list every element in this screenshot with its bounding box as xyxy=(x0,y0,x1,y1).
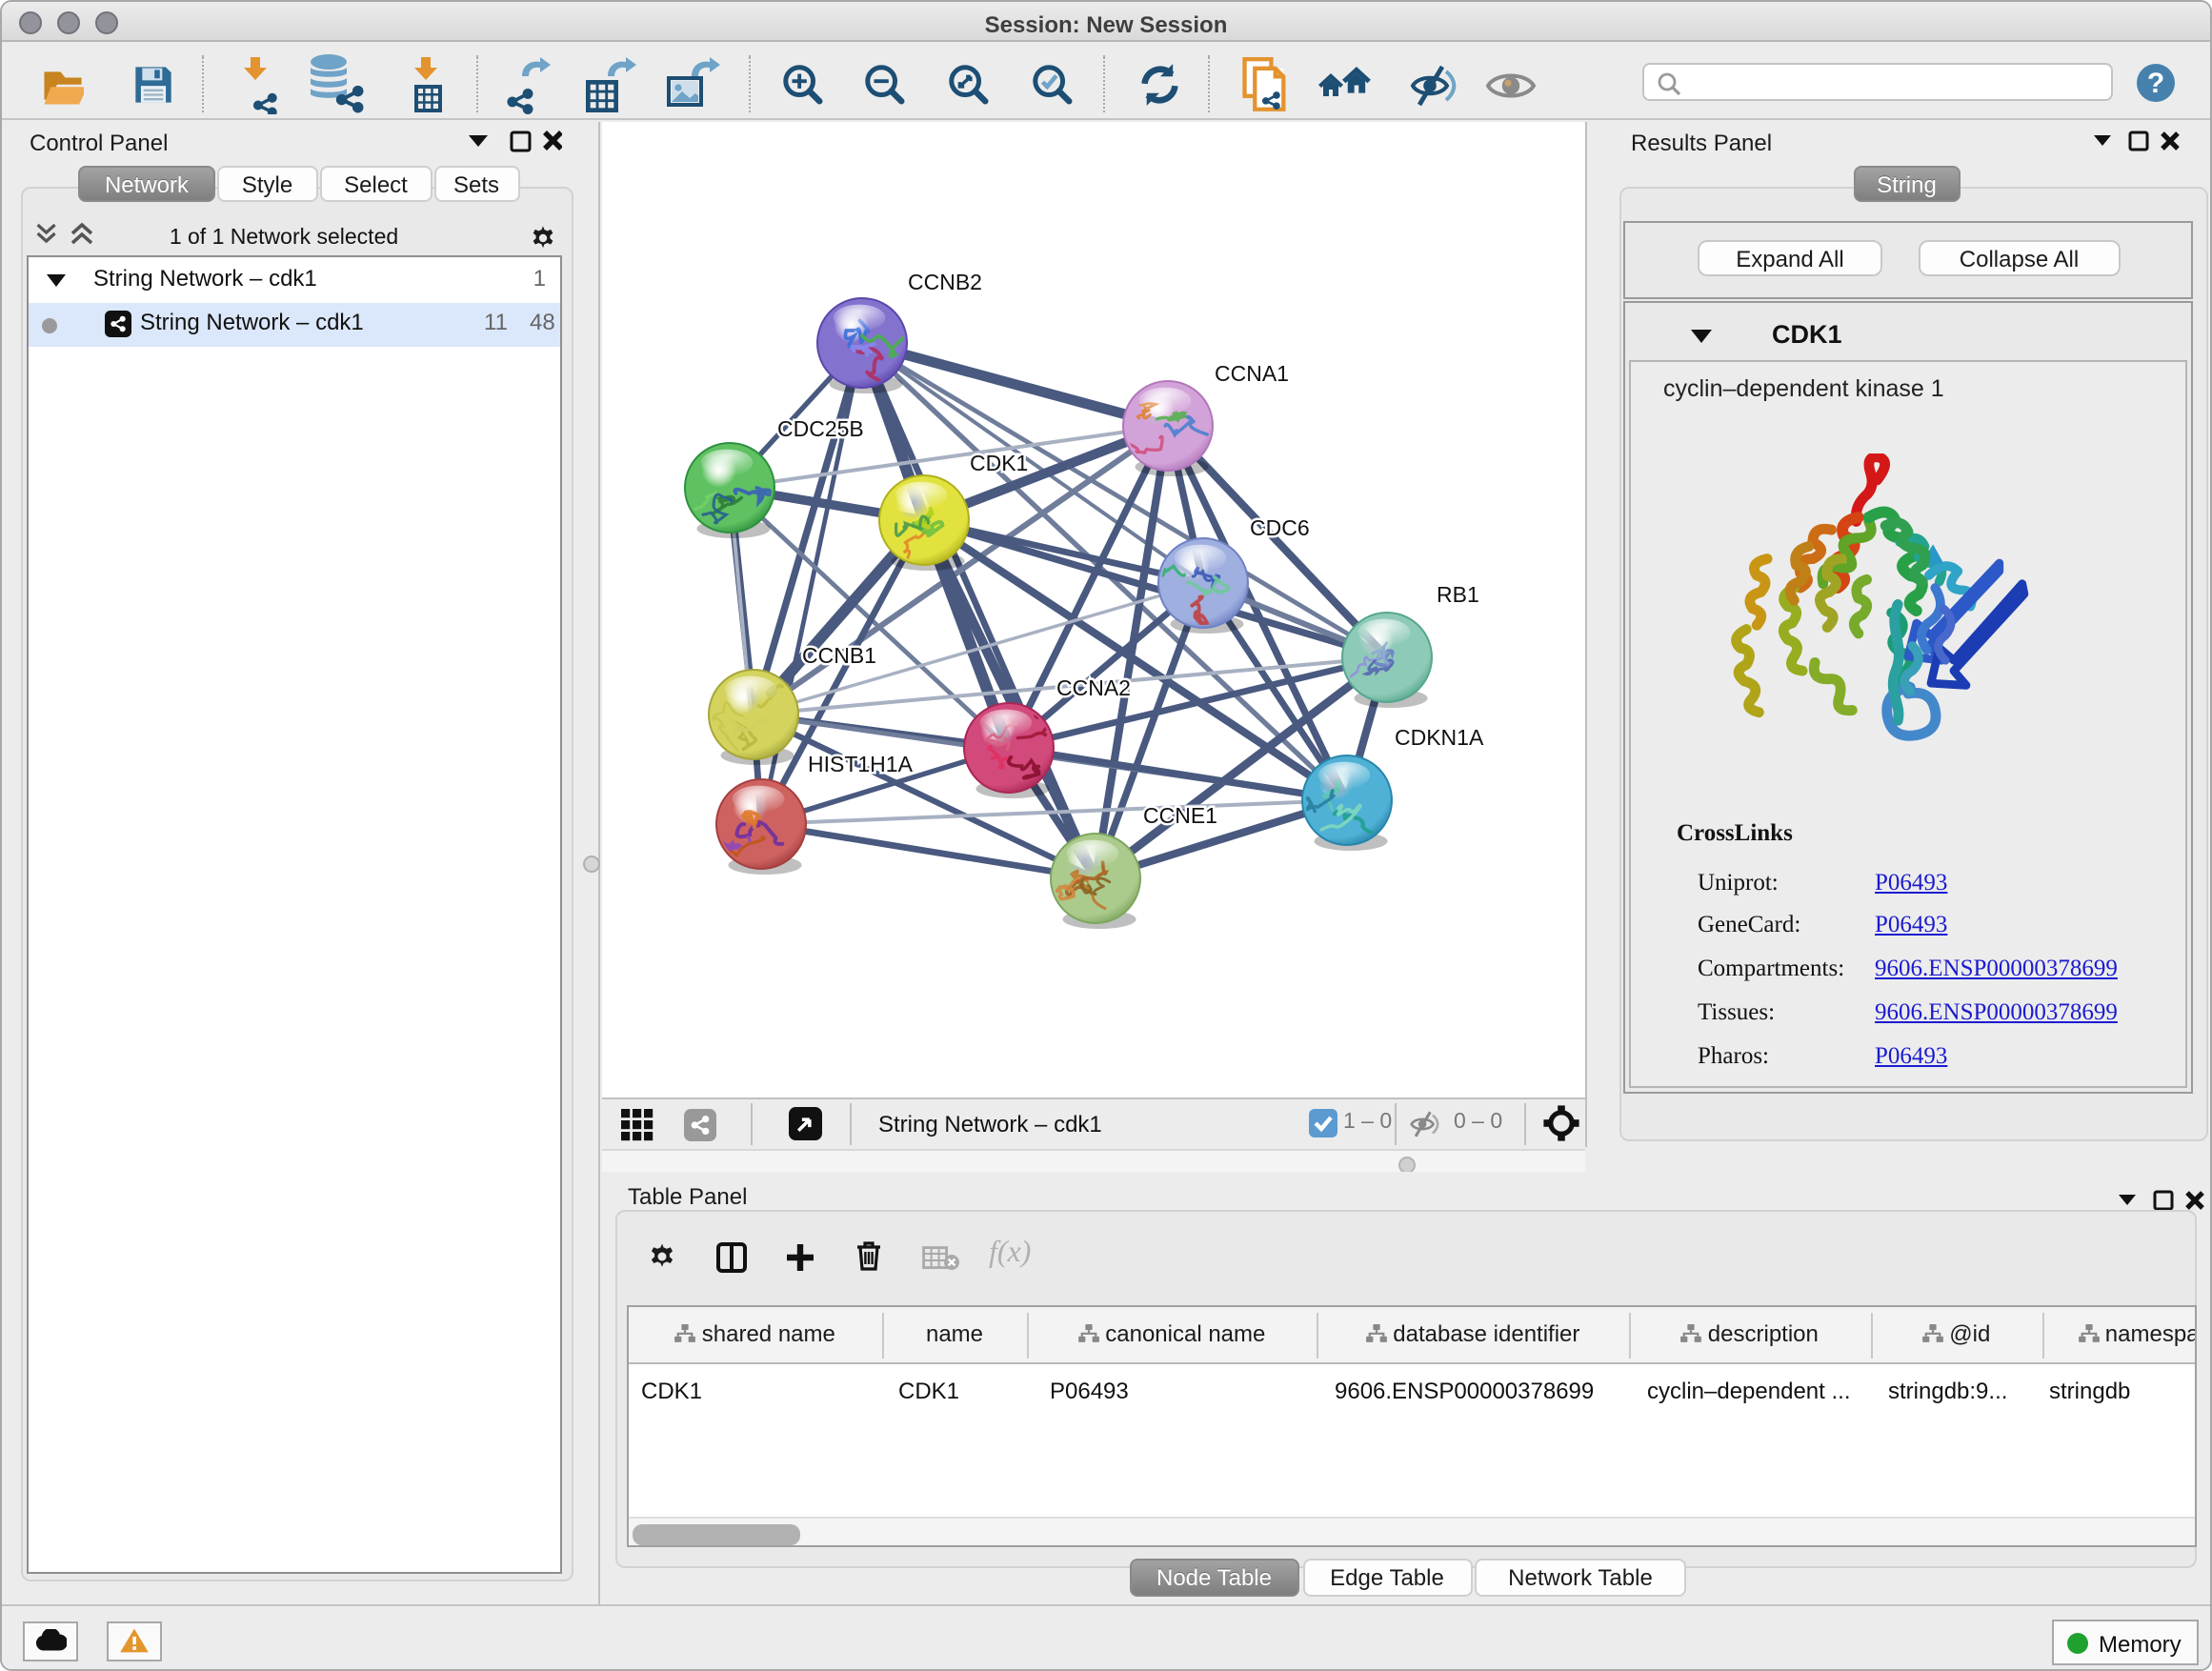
svg-text:CDC6: CDC6 xyxy=(1250,515,1310,540)
svg-text:HIST1H1A: HIST1H1A xyxy=(808,752,914,776)
svg-text:CDKN1A: CDKN1A xyxy=(1395,725,1484,750)
svg-text:CCNA2: CCNA2 xyxy=(1056,675,1131,700)
svg-text:CCNB2: CCNB2 xyxy=(908,270,982,294)
svg-text:CCNB1: CCNB1 xyxy=(802,643,876,668)
svg-text:CCNE1: CCNE1 xyxy=(1143,803,1217,828)
svg-text:CDC25B: CDC25B xyxy=(777,416,864,441)
svg-text:RB1: RB1 xyxy=(1437,582,1479,607)
svg-text:CDK1: CDK1 xyxy=(970,451,1028,475)
svg-text:?: ? xyxy=(2147,68,2164,99)
svg-text:CCNA1: CCNA1 xyxy=(1215,361,1289,386)
